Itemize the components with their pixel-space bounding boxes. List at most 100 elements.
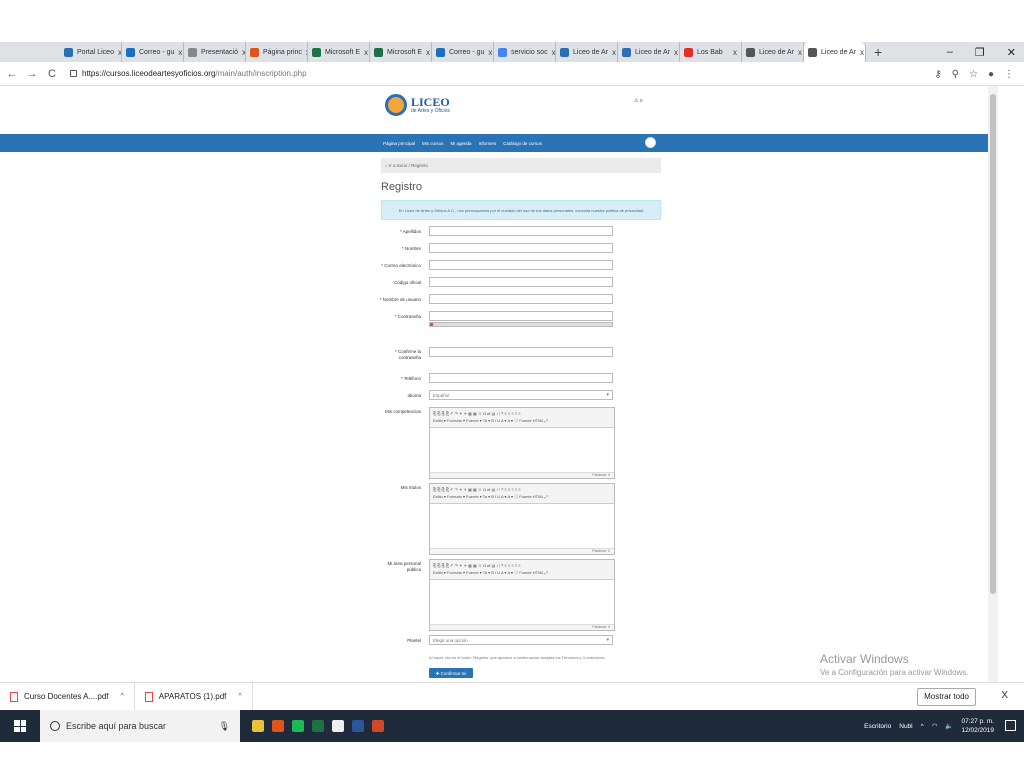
submit-button[interactable]: ✚ Confirmar mi registro — [429, 668, 473, 682]
taskbar-app-icon[interactable] — [252, 720, 264, 732]
username-input[interactable] — [429, 294, 613, 304]
new-tab-button[interactable]: + — [866, 44, 890, 60]
menu-item[interactable]: Mis cursos — [422, 141, 444, 146]
menu-item[interactable]: Página principal — [383, 141, 415, 146]
password-strength-meter — [429, 322, 613, 327]
menu-dots-icon[interactable]: ⋮ — [1004, 69, 1014, 80]
taskbar-app-icon[interactable] — [312, 720, 324, 732]
star-icon[interactable]: ☆ — [969, 69, 978, 80]
tab-favicon-icon — [64, 47, 73, 57]
tab-close-icon[interactable]: x — [488, 48, 492, 57]
taskbar-app-icon[interactable] — [332, 720, 344, 732]
taskbar-search[interactable]: Escribe aquí para buscar 🎙 — [40, 710, 240, 742]
maximize-icon[interactable]: ❐ — [975, 46, 985, 59]
editor-body[interactable] — [430, 428, 614, 472]
tab-label: Portal Liceo — [77, 48, 114, 56]
tab-close-icon[interactable]: x — [798, 48, 802, 57]
network-icon[interactable]: ◠ — [932, 722, 938, 730]
minimize-icon[interactable]: – — [947, 46, 953, 58]
tab-close-icon[interactable]: x — [552, 48, 555, 57]
codigo-input[interactable] — [429, 277, 613, 287]
download-item[interactable]: APARATOS (1).pdf ^ — [135, 682, 253, 711]
address-icons: ⚷ ⚲ ☆ ● ⋮ — [934, 62, 1014, 86]
caret-up-icon[interactable]: ^ — [238, 693, 241, 700]
zoom-icon[interactable]: ⚲ — [952, 69, 959, 80]
tab-close-icon[interactable]: x — [733, 48, 737, 57]
browser-tab[interactable]: Correo - gu x — [432, 42, 494, 62]
tab-close-icon[interactable]: x — [674, 48, 678, 57]
tab-close-icon[interactable]: x — [364, 48, 368, 57]
taskbar-app-icon[interactable] — [292, 720, 304, 732]
back-icon[interactable]: ← — [4, 68, 20, 80]
language-select[interactable]: Español ▾ — [429, 390, 613, 400]
menu-item[interactable]: Mi agenda — [451, 141, 472, 146]
chevron-up-icon[interactable]: ^ — [921, 723, 924, 730]
close-window-icon[interactable]: ✕ — [1007, 46, 1016, 59]
breadcrumb[interactable]: ⌂ Ir a Inicio / Registro — [381, 158, 661, 173]
browser-tab[interactable]: servicio soc x — [494, 42, 556, 62]
profile-icon[interactable]: ● — [988, 69, 994, 80]
tab-close-icon[interactable]: x — [612, 48, 616, 57]
browser-tab[interactable]: Portal Liceo x — [60, 42, 122, 62]
browser-tab[interactable]: Microsoft Ex — [370, 42, 432, 62]
titulos-editor[interactable]: ⎘ ⎘ ⎘ ⎘ ↶ ↷ ⚭ ⚭ ▦ ▦ ☺ Ω ⇄ ▤ ⁝ ⁝ ❝ ≡ ≡ ≡ … — [429, 483, 615, 555]
tray-label[interactable]: Escritorio — [864, 723, 891, 730]
editor-body[interactable] — [430, 580, 614, 624]
page-scrollbar[interactable] — [988, 86, 998, 682]
user-avatar[interactable] — [645, 137, 656, 148]
editor-toolbar[interactable]: ⎘ ⎘ ⎘ ⎘ ↶ ↷ ⚭ ⚭ ▦ ▦ ☺ Ω ⇄ ▤ ⁝ ⁝ ❝ ≡ ≡ ≡ … — [430, 560, 614, 580]
start-button[interactable] — [0, 710, 40, 742]
clock[interactable]: 07:27 p. m. 12/02/2019 — [961, 717, 994, 735]
taskbar-app-icon[interactable] — [352, 720, 364, 732]
volume-icon[interactable]: 🔈 — [945, 722, 953, 730]
weather-label[interactable]: Nubl — [899, 723, 912, 730]
close-downloads-icon[interactable]: X — [1001, 690, 1008, 701]
apellidos-input[interactable] — [429, 226, 613, 236]
browser-tab[interactable]: Presentació x — [184, 42, 246, 62]
reload-icon[interactable]: C — [44, 68, 60, 80]
confirm-password-input[interactable] — [429, 347, 613, 357]
header-icons[interactable]: ⚠ ≡ — [634, 98, 643, 104]
show-all-button[interactable]: Mostrar todo — [917, 688, 976, 706]
menu-item[interactable]: Informes — [479, 141, 497, 146]
forward-icon[interactable]: → — [24, 68, 40, 80]
tab-favicon-icon — [126, 47, 135, 57]
site-logo[interactable]: LICEO de Artes y Oficios — [385, 94, 450, 116]
nombre-input[interactable] — [429, 243, 613, 253]
word-count: Palabras: 0 — [430, 472, 614, 478]
tab-label: Correo - gu — [139, 48, 175, 56]
usuario-label: * Nombre de usuario — [379, 297, 421, 302]
tab-close-icon[interactable]: x — [178, 48, 182, 57]
email-input[interactable] — [429, 260, 613, 270]
scrollbar-thumb[interactable] — [990, 94, 996, 594]
editor-toolbar[interactable]: ⎘ ⎘ ⎘ ⎘ ↶ ↷ ⚭ ⚭ ▦ ▦ ☺ Ω ⇄ ▤ ⁝ ⁝ ❝ ≡ ≡ ≡ … — [430, 484, 614, 504]
tab-close-icon[interactable]: x — [860, 48, 864, 57]
tab-label: Liceo de Ar — [759, 48, 795, 56]
caret-up-icon[interactable]: ^ — [121, 693, 124, 700]
taskbar-app-icon[interactable] — [372, 720, 384, 732]
browser-tab[interactable]: Los Bab x — [680, 42, 742, 62]
menu-item[interactable]: Catálogo de cursos — [503, 141, 542, 146]
taskbar-app-icon[interactable] — [272, 720, 284, 732]
notifications-icon[interactable] — [1005, 720, 1016, 731]
key-icon[interactable]: ⚷ — [934, 69, 941, 80]
browser-tab[interactable]: Correo - gu x — [122, 42, 184, 62]
tab-close-icon[interactable]: x — [426, 48, 430, 57]
browser-tab[interactable]: Microsoft Ex — [308, 42, 370, 62]
url-field[interactable]: https://cursos.liceodeartesyoficios.org/… — [82, 69, 307, 78]
plantel-select[interactable]: Elegir una opción ▾ — [429, 635, 613, 645]
editor-toolbar[interactable]: ⎘ ⎘ ⎘ ⎘ ↶ ↷ ⚭ ⚭ ▦ ▦ ☺ Ω ⇄ ▤ ⁝ ⁝ ❝ ≡ ≡ ≡ … — [430, 408, 614, 428]
password-input[interactable] — [429, 311, 613, 321]
competencias-editor[interactable]: ⎘ ⎘ ⎘ ⎘ ↶ ↷ ⚭ ⚭ ▦ ▦ ☺ Ω ⇄ ▤ ⁝ ⁝ ❝ ≡ ≡ ≡ … — [429, 407, 615, 479]
browser-tab[interactable]: Liceo de Ar x — [618, 42, 680, 62]
browser-tab[interactable]: Liceo de Ar x — [804, 42, 866, 62]
download-item[interactable]: Curso Docentes A....pdf ^ — [0, 682, 135, 711]
editor-body[interactable] — [430, 504, 614, 548]
mic-icon[interactable]: 🎙 — [219, 721, 230, 732]
browser-tab[interactable]: Liceo de Ar x — [556, 42, 618, 62]
main-menu: Página principal Mis cursos Mi agenda Infor… — [383, 134, 542, 152]
browser-tab[interactable]: Liceo de Ar x — [742, 42, 804, 62]
phone-input[interactable] — [429, 373, 613, 383]
browser-tab[interactable]: Página princx — [246, 42, 308, 62]
area-personal-editor[interactable]: ⎘ ⎘ ⎘ ⎘ ↶ ↷ ⚭ ⚭ ▦ ▦ ☺ Ω ⇄ ▤ ⁝ ⁝ ❝ ≡ ≡ ≡ … — [429, 559, 615, 631]
